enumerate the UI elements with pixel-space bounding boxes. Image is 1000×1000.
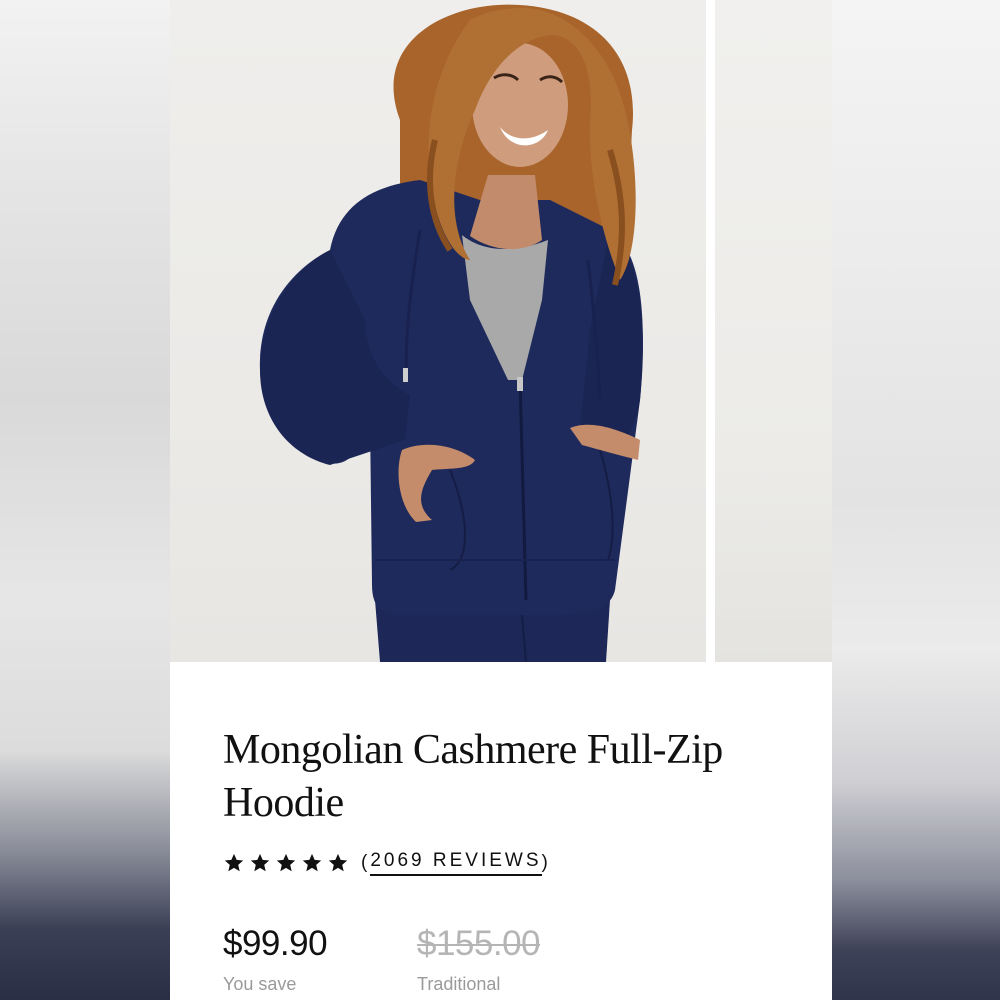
product-title: Mongolian Cashmere Full-Zip Hoodie <box>223 727 723 826</box>
product-photo-main[interactable] <box>170 0 706 662</box>
blurred-background-left <box>0 0 170 1000</box>
reviews-open-paren: ( <box>361 852 371 873</box>
model-in-hoodie-image <box>259 4 643 662</box>
blurred-background-right <box>832 0 1000 1000</box>
star-icon <box>250 853 270 872</box>
current-price: $99.90 <box>223 924 328 963</box>
current-price-label: You save <box>223 974 297 994</box>
star-icon <box>302 853 322 872</box>
star-icon <box>328 853 348 872</box>
product-card: Mongolian Cashmere Full-Zip Hoodie ( 206… <box>170 0 832 1000</box>
product-photo-next-peek[interactable] <box>715 0 832 662</box>
product-info-panel: Mongolian Cashmere Full-Zip Hoodie ( 206… <box>170 662 832 1000</box>
rating-row: ( 2069 REVIEWS ) <box>223 850 551 876</box>
reviews-count: ( 2069 REVIEWS ) <box>361 850 551 876</box>
star-rating <box>223 852 349 874</box>
traditional-price: $155.00 <box>417 924 541 963</box>
reviews-link[interactable]: 2069 REVIEWS <box>370 850 542 876</box>
traditional-price-label: Traditional <box>417 974 501 994</box>
star-icon <box>224 853 244 872</box>
reviews-close-paren: ) <box>541 852 551 873</box>
star-icon <box>276 853 296 872</box>
product-image-gallery[interactable] <box>170 0 832 662</box>
